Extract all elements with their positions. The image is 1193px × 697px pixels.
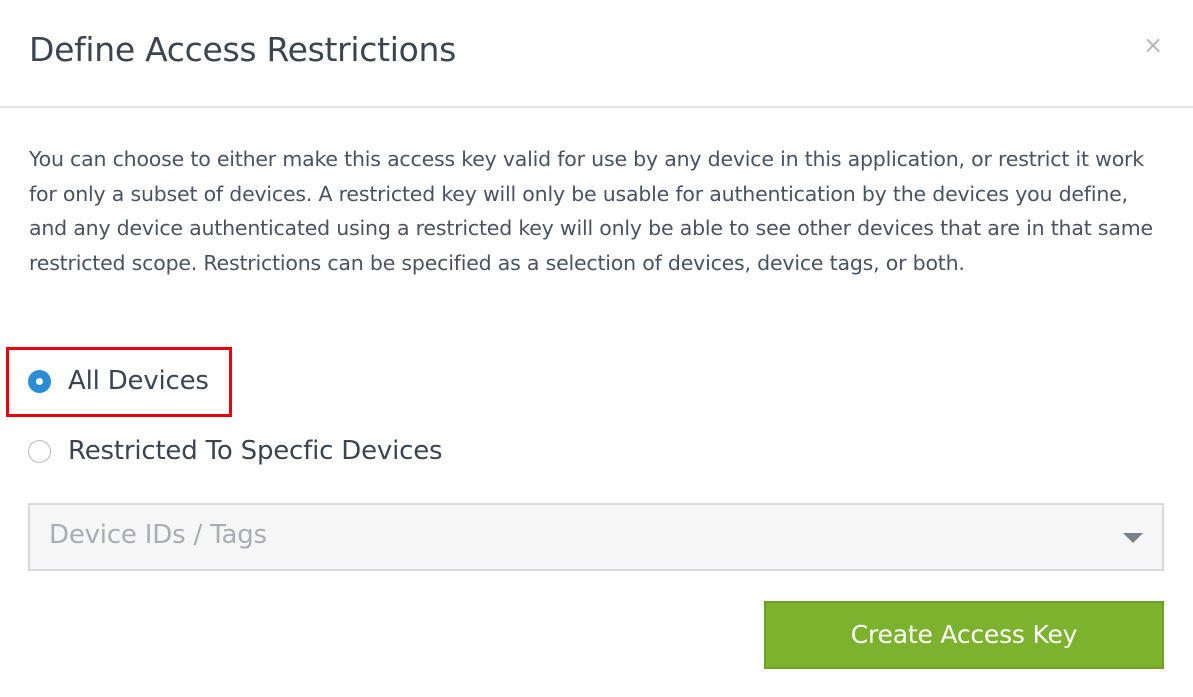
radio-button-checked[interactable] bbox=[28, 369, 51, 393]
create-access-key-button[interactable]: Create Access Key bbox=[764, 601, 1164, 669]
dialog-title: Define Access Restrictions bbox=[29, 30, 457, 69]
radio-button-unchecked[interactable] bbox=[28, 439, 51, 463]
chevron-down-icon bbox=[1123, 533, 1143, 543]
radio-label-all-devices: All Devices bbox=[68, 366, 209, 396]
select-placeholder: Device IDs / Tags bbox=[49, 520, 267, 550]
device-ids-tags-select[interactable]: Device IDs / Tags bbox=[28, 503, 1164, 571]
dialog-description: You can choose to either make this acces… bbox=[29, 147, 1153, 275]
radio-option-restricted-devices[interactable]: Restricted To Specfic Devices bbox=[28, 436, 443, 466]
dialog-header: Define Access Restrictions × bbox=[0, 0, 1193, 108]
close-icon[interactable]: × bbox=[1140, 32, 1166, 58]
radio-label-restricted-devices: Restricted To Specfic Devices bbox=[68, 436, 443, 466]
access-restrictions-dialog: Define Access Restrictions × You can cho… bbox=[0, 0, 1193, 697]
radio-option-all-devices[interactable]: All Devices bbox=[28, 366, 209, 396]
